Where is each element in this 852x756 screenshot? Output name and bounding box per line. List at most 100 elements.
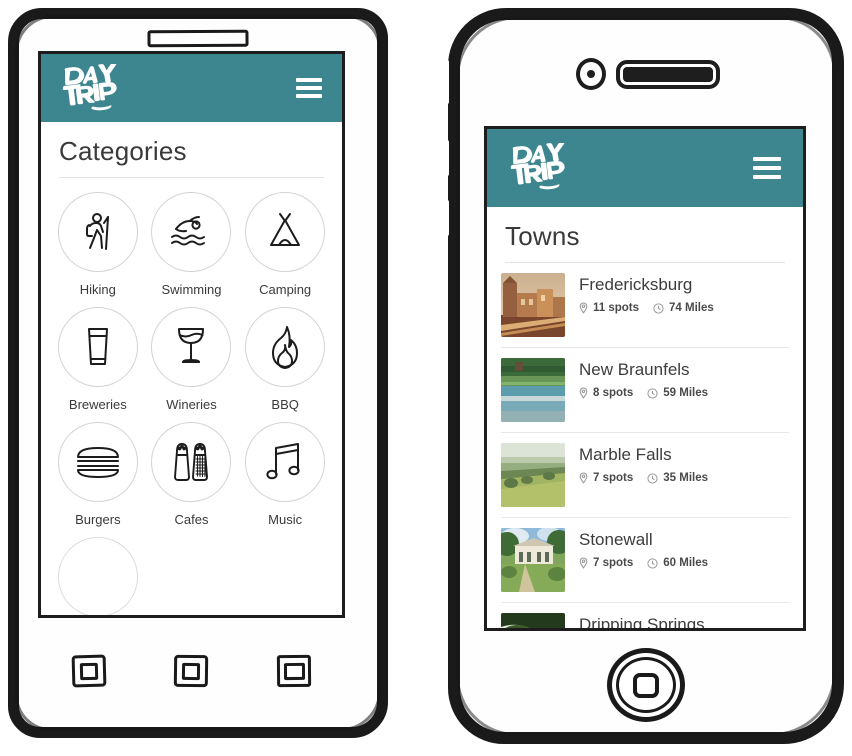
home-button[interactable] (174, 654, 209, 688)
ranch-house-photo (501, 528, 565, 592)
map-pin-icon (579, 387, 588, 400)
back-button[interactable] (276, 654, 311, 688)
back-inner (283, 662, 305, 680)
distance-meta: 59 Miles (647, 387, 708, 399)
category-label: Music (268, 512, 303, 527)
category-item-bbq[interactable]: BBQ (238, 307, 332, 412)
towns-list: Fredericksburg 11 spots 74 Miles New Bra… (487, 263, 803, 631)
spots-text: 7 spots (593, 472, 634, 485)
spots-meta: 11 spots (579, 302, 639, 314)
spots-text: 11 spots (593, 302, 640, 315)
earpiece-speaker-icon (147, 29, 249, 48)
hamburger-icon[interactable] (296, 78, 322, 98)
distance-text: 59 Miles (663, 387, 709, 400)
hiker-icon (57, 192, 138, 272)
hamburger-bar-3 (753, 175, 781, 179)
home-button[interactable] (607, 648, 685, 722)
page-title: Towns (505, 221, 580, 251)
recent-apps-inner (79, 662, 99, 680)
town-street-photo (501, 273, 565, 337)
app-header-bar (487, 129, 803, 207)
river-photo (501, 358, 565, 422)
page-title: Categories (59, 136, 187, 166)
hamburger-icon[interactable] (753, 157, 781, 179)
category-item-cafes[interactable]: Cafes (145, 422, 239, 527)
town-info: Fredericksburg 11 spots 74 Miles (565, 273, 714, 314)
town-info: Marble Falls 7 spots 35 Miles (565, 443, 708, 484)
volume-up-button[interactable] (440, 140, 449, 176)
category-label: BBQ (271, 397, 299, 412)
category-item-swimming[interactable]: Swimming (145, 192, 239, 297)
hamburger-bar-1 (753, 157, 781, 161)
speaker-grille (624, 67, 712, 82)
distance-text: 35 Miles (663, 472, 709, 485)
tent-icon (245, 192, 326, 272)
home-button-inner (633, 672, 659, 698)
category-label: Wineries (166, 397, 217, 412)
android-phone-screen: Categories Hiking Swimming Camping Brewe… (38, 51, 345, 618)
list-item[interactable]: Stonewall 7 spots 60 Miles (501, 518, 789, 603)
daytrip-logo[interactable] (507, 143, 569, 195)
map-pin-icon (579, 302, 588, 315)
category-item-hiking[interactable]: Hiking (51, 192, 145, 297)
category-label: Hiking (79, 282, 116, 297)
android-navigation-bar (38, 646, 345, 696)
list-item[interactable]: New Braunfels 8 spots 59 Miles (501, 348, 789, 433)
category-label: Camping (259, 282, 312, 297)
list-item[interactable]: Dripping Springs (501, 603, 789, 631)
category-item-music[interactable]: Music (238, 422, 332, 527)
recent-apps-button[interactable] (71, 654, 107, 688)
town-info: New Braunfels 8 spots 59 Miles (565, 358, 708, 399)
list-item[interactable]: Fredericksburg 11 spots 74 Miles (501, 263, 789, 348)
town-name: Stonewall (579, 530, 653, 549)
category-item-wineries[interactable]: Wineries (145, 307, 239, 412)
spots-meta: 7 spots (579, 557, 633, 569)
camera-lens (587, 70, 595, 78)
flame-icon (245, 307, 326, 387)
spots-text: 8 spots (593, 387, 634, 400)
distance-text: 60 Miles (663, 557, 709, 570)
distance-text: 74 Miles (669, 302, 714, 315)
town-meta: 8 spots 59 Miles (579, 387, 708, 399)
clock-icon (647, 388, 658, 399)
town-name: New Braunfels (579, 360, 690, 379)
earpiece-speaker-icon (616, 60, 720, 89)
spots-meta: 7 spots (579, 472, 633, 484)
ios-phone-screen: Towns Fredericksburg 11 spots 74 Miles N… (484, 126, 806, 631)
spots-text: 7 spots (593, 557, 634, 570)
town-meta: 7 spots 35 Miles (579, 472, 708, 484)
daytrip-logo[interactable] (59, 64, 121, 116)
category-label: Cafes (174, 512, 209, 527)
ios-phone-device: Towns Fredericksburg 11 spots 74 Miles N… (440, 8, 844, 744)
town-meta: 7 spots 60 Miles (579, 557, 708, 569)
volume-down-button[interactable] (440, 200, 449, 236)
hamburger-bar-2 (753, 166, 781, 170)
distance-meta: 60 Miles (647, 557, 708, 569)
category-item-camping[interactable]: Camping (238, 192, 332, 297)
category-label: Swimming (161, 282, 222, 297)
categories-grid: Hiking Swimming Camping Breweries Wineri… (41, 178, 342, 615)
swimmer-icon (151, 192, 232, 272)
distance-meta: 74 Miles (653, 302, 714, 314)
android-phone-device: Categories Hiking Swimming Camping Brewe… (8, 8, 388, 738)
hamburger-bar-1 (296, 78, 322, 82)
map-pin-icon (579, 557, 588, 570)
music-note-icon (245, 422, 326, 502)
hamburger-bar-2 (296, 86, 322, 90)
home-inner (182, 662, 201, 680)
app-header-bar (41, 54, 342, 122)
burger-icon (57, 422, 138, 502)
clock-icon (653, 303, 664, 314)
town-name: Dripping Springs (579, 615, 705, 631)
salt-pepper-icon (151, 422, 232, 502)
list-item[interactable]: Marble Falls 7 spots 35 Miles (501, 433, 789, 518)
mockup-canvas: Categories Hiking Swimming Camping Brewe… (0, 0, 852, 756)
spots-meta: 8 spots (579, 387, 633, 399)
category-item-breweries[interactable]: Breweries (51, 307, 145, 412)
category-item-burgers[interactable]: Burgers (51, 422, 145, 527)
category-label: Breweries (68, 397, 127, 412)
town-name: Marble Falls (579, 445, 672, 464)
category-item-partial[interactable] (51, 537, 145, 615)
map-pin-icon (579, 472, 588, 485)
silent-switch[interactable] (440, 60, 449, 104)
